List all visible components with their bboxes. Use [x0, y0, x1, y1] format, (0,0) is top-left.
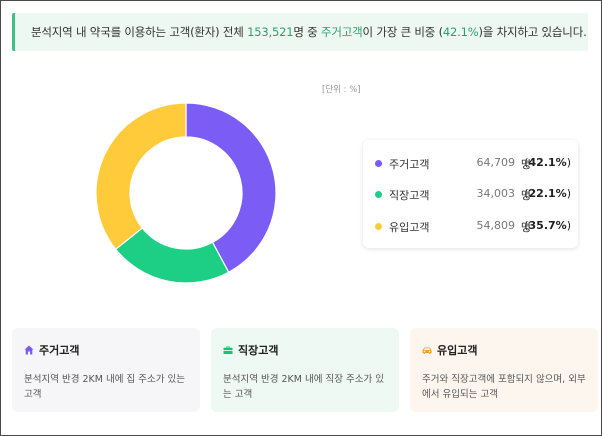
- briefcase-icon: [223, 346, 233, 354]
- legend-row-workplace: 직장고객 34,003 명 (22.1%): [375, 187, 571, 203]
- car-icon: [422, 347, 432, 354]
- legend-pct-value: 42.1%: [528, 156, 567, 169]
- chart-legend: 주거고객 64,709 명 (42.1%) 직장고객 34,003 명 (22.…: [363, 140, 578, 248]
- card-title-text: 주거고객: [39, 344, 80, 357]
- legend-dot: [375, 191, 382, 198]
- unit-label: [단위 : %]: [322, 85, 361, 95]
- summary-suffix: )을 차지하고 있습니다.: [478, 25, 587, 39]
- legend-dot: [375, 160, 382, 167]
- legend-row-residential: 주거고객 64,709 명 (42.1%): [375, 156, 571, 172]
- card-title: 유입고객: [422, 342, 477, 358]
- legend-value: 64,709: [476, 156, 516, 169]
- legend-pct: (22.1%): [524, 187, 571, 200]
- card-residential: 주거고객 분석지역 반경 2KM 내에 집 주소가 있는 고객: [12, 328, 200, 412]
- summary-prefix: 분석지역 내 약국를 이용하는 고객(환자) 전체: [31, 25, 248, 39]
- legend-label: 직장고객: [389, 189, 430, 202]
- card-title: 주거고객: [24, 342, 79, 358]
- card-title-text: 유입고객: [437, 344, 478, 357]
- summary-highlight-category: 주거고객: [320, 25, 363, 39]
- summary-mid2: 이 가장 큰 비중 (: [362, 25, 444, 39]
- donut-slice-inflow: [95, 102, 187, 251]
- legend-label: 주거고객: [389, 158, 430, 171]
- card-title: 직장고객: [223, 342, 278, 358]
- legend-pct-value: 22.1%: [528, 187, 567, 200]
- legend-value: 34,003: [476, 187, 516, 200]
- donut-chart: [95, 102, 277, 284]
- card-description: 분석지역 반경 2KM 내에 직장 주소가 있는 고객: [223, 374, 384, 400]
- summary-banner: 분석지역 내 약국를 이용하는 고객(환자) 전체 153,521명 중 주거고…: [12, 13, 588, 51]
- summary-mid: 명 중: [293, 25, 321, 39]
- home-icon: [24, 345, 34, 355]
- legend-value: 54,809: [476, 219, 516, 232]
- legend-label: 유입고객: [389, 221, 430, 234]
- card-workplace: 직장고객 분석지역 반경 2KM 내에 직장 주소가 있는 고객: [211, 328, 399, 412]
- summary-text: 분석지역 내 약국를 이용하는 고객(환자) 전체 153,521명 중 주거고…: [31, 24, 587, 40]
- legend-pct-value: 35.7%: [528, 219, 567, 232]
- card-description: 분석지역 반경 2KM 내에 집 주소가 있는 고객: [24, 374, 185, 400]
- legend-pct: (42.1%): [524, 156, 571, 169]
- legend-row-inflow: 유입고객 54,809 명 (35.7%): [375, 219, 571, 235]
- legend-pct: (35.7%): [524, 219, 571, 232]
- card-description: 주거와 직장고객에 포함되지 않으며, 외부에서 유입되는 고객: [422, 374, 586, 400]
- card-inflow: 유입고객 주거와 직장고객에 포함되지 않으며, 외부에서 유입되는 고객: [410, 328, 598, 412]
- legend-dot: [375, 223, 382, 230]
- summary-total: 153,521: [247, 25, 294, 39]
- card-title-text: 직장고객: [238, 344, 279, 357]
- summary-highlight-pct: 42.1%: [442, 25, 479, 39]
